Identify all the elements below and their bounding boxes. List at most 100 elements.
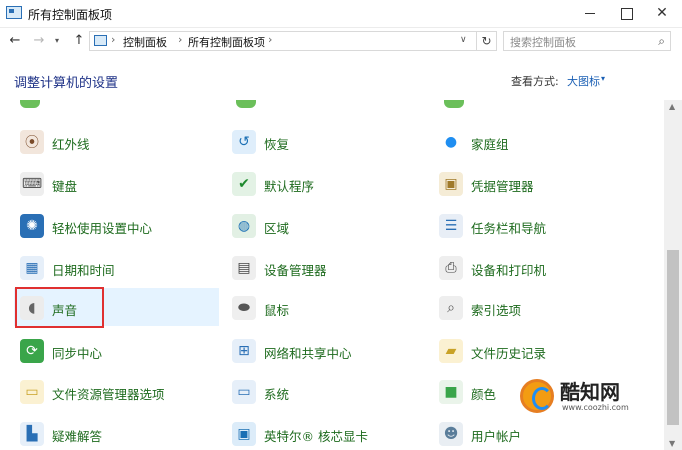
homegroup-icon: ● bbox=[439, 130, 463, 154]
control-panel-item-label[interactable]: 设备管理器 bbox=[264, 260, 327, 279]
date-time-icon: ▦ bbox=[20, 256, 44, 280]
device-manager-icon: ▤ bbox=[232, 256, 256, 280]
taskbar-icon: ☰ bbox=[439, 214, 463, 238]
forward-button[interactable]: → bbox=[30, 32, 48, 50]
breadcrumb-separator: › bbox=[178, 33, 183, 46]
control-panel-item-label[interactable]: 同步中心 bbox=[52, 343, 102, 362]
control-panel-item-troubleshooting[interactable]: ▙ 疑难解答 bbox=[14, 414, 214, 450]
control-panel-item-credential-manager[interactable]: ▣ 凭据管理器 bbox=[433, 164, 633, 202]
keyboard-icon: ⌨ bbox=[20, 172, 44, 196]
control-panel-item-label[interactable]: 文件历史记录 bbox=[471, 343, 546, 362]
partial-item-icon bbox=[236, 100, 256, 108]
control-panel-item-label[interactable]: 系统 bbox=[264, 384, 289, 403]
control-panel-item-label[interactable]: 默认程序 bbox=[264, 176, 314, 195]
watermark-url: www.coozhi.com bbox=[562, 403, 629, 412]
control-panel-item-device-manager[interactable]: ▤ 设备管理器 bbox=[226, 248, 426, 286]
control-panel-item-label[interactable]: 红外线 bbox=[52, 134, 90, 153]
control-panel-item-date-time[interactable]: ▦ 日期和时间 bbox=[14, 248, 214, 286]
control-panel-item-devices-printers[interactable]: ⎙ 设备和打印机 bbox=[433, 248, 633, 286]
infrared-icon: ⦿ bbox=[20, 130, 44, 154]
control-panel-item-label[interactable]: 英特尔® 核芯显卡 bbox=[264, 426, 368, 445]
troubleshooting-icon: ▙ bbox=[20, 422, 44, 446]
control-panel-item-sync-center[interactable]: ⟳ 同步中心 bbox=[14, 331, 214, 369]
file-history-icon: ▰ bbox=[439, 339, 463, 363]
control-panel-item-label[interactable]: 凭据管理器 bbox=[471, 176, 534, 195]
navigation-bar: ← → ▾ ↑ › 控制面板 › 所有控制面板项 › ∨ ↻ 搜索控制面板 ⌕ bbox=[0, 28, 682, 54]
folder-options-icon: ▭ bbox=[20, 380, 44, 404]
control-panel-item-mouse[interactable]: ⬬ 鼠标 bbox=[226, 288, 426, 326]
devices-printers-icon: ⎙ bbox=[439, 256, 463, 280]
control-panel-item-label[interactable]: 轻松使用设置中心 bbox=[52, 218, 152, 237]
credential-manager-icon: ▣ bbox=[439, 172, 463, 196]
breadcrumb-separator: › bbox=[268, 33, 273, 46]
recent-locations-button[interactable]: ▾ bbox=[52, 32, 62, 50]
address-bar[interactable]: › 控制面板 › 所有控制面板项 › ∨ bbox=[89, 31, 477, 51]
control-panel-item-intel-graphics[interactable]: ▣ 英特尔® 核芯显卡 bbox=[226, 414, 426, 450]
control-panel-item-system[interactable]: ▭ 系统 bbox=[226, 372, 426, 410]
breadcrumb-control-panel[interactable]: 控制面板 bbox=[123, 34, 167, 50]
region-icon: ◍ bbox=[232, 214, 256, 238]
search-input[interactable]: 搜索控制面板 bbox=[510, 34, 576, 50]
highlight-annotation bbox=[15, 287, 104, 328]
vertical-scrollbar[interactable]: ▲ ▼ bbox=[664, 100, 682, 450]
maximize-button[interactable] bbox=[608, 0, 644, 28]
control-panel-item-label[interactable]: 疑难解答 bbox=[52, 426, 102, 445]
chevron-down-icon[interactable]: ▾ bbox=[601, 74, 605, 83]
control-panel-item-ease-of-access[interactable]: ✺ 轻松使用设置中心 bbox=[14, 206, 214, 244]
up-button[interactable]: ↑ bbox=[70, 32, 88, 50]
close-button[interactable]: ✕ bbox=[644, 0, 680, 28]
intel-graphics-icon: ▣ bbox=[232, 422, 256, 446]
control-panel-item-keyboard[interactable]: ⌨ 键盘 bbox=[14, 164, 214, 202]
control-panel-item-label[interactable]: 网络和共享中心 bbox=[264, 343, 352, 362]
control-panel-item-region[interactable]: ◍ 区域 bbox=[226, 206, 426, 244]
sync-center-icon: ⟳ bbox=[20, 339, 44, 363]
search-icon[interactable]: ⌕ bbox=[658, 34, 665, 49]
search-box[interactable]: 搜索控制面板 ⌕ bbox=[503, 31, 671, 51]
watermark-logo bbox=[520, 379, 554, 413]
control-panel-item-label[interactable]: 家庭组 bbox=[471, 134, 509, 153]
control-panel-item-homegroup[interactable]: ● 家庭组 bbox=[433, 122, 633, 160]
control-panel-item-file-history[interactable]: ▰ 文件历史记录 bbox=[433, 331, 633, 369]
control-panel-item-recovery[interactable]: ↺ 恢复 bbox=[226, 122, 426, 160]
scroll-up-icon[interactable]: ▲ bbox=[669, 102, 675, 111]
control-panel-icon bbox=[6, 6, 22, 19]
watermark-name: 酷知网 bbox=[560, 380, 620, 404]
control-panel-item-label[interactable]: 日期和时间 bbox=[52, 260, 115, 279]
control-panel-item-label[interactable]: 鼠标 bbox=[264, 300, 289, 319]
control-panel-item-label[interactable]: 文件资源管理器选项 bbox=[52, 384, 165, 403]
scroll-down-icon[interactable]: ▼ bbox=[669, 439, 675, 448]
control-panel-item-taskbar[interactable]: ☰ 任务栏和导航 bbox=[433, 206, 633, 244]
partial-item-icon bbox=[444, 100, 464, 108]
minimize-button[interactable] bbox=[572, 0, 608, 28]
view-by-dropdown[interactable]: 大图标 bbox=[567, 73, 600, 89]
control-panel-item-label[interactable]: 设备和打印机 bbox=[471, 260, 546, 279]
control-panel-item-network-sharing[interactable]: ⊞ 网络和共享中心 bbox=[226, 331, 426, 369]
control-panel-item-label[interactable]: 任务栏和导航 bbox=[471, 218, 546, 237]
ease-of-access-icon: ✺ bbox=[20, 214, 44, 238]
control-panel-item-file-explorer-options[interactable]: ▭ 文件资源管理器选项 bbox=[14, 372, 214, 410]
control-panel-item-label[interactable]: 用户帐户 bbox=[471, 426, 521, 445]
control-panel-item-label[interactable]: 恢复 bbox=[264, 134, 289, 153]
breadcrumb-all-items[interactable]: 所有控制面板项 bbox=[188, 34, 265, 50]
control-panel-item-user-accounts[interactable]: ☻ 用户帐户 bbox=[433, 414, 633, 450]
scrollbar-thumb[interactable] bbox=[667, 250, 679, 425]
control-panel-item-label[interactable]: 区域 bbox=[264, 218, 289, 237]
view-by-label: 查看方式: bbox=[511, 75, 559, 88]
user-accounts-icon: ☻ bbox=[439, 422, 463, 446]
refresh-button[interactable]: ↻ bbox=[477, 31, 497, 51]
breadcrumb-separator: › bbox=[111, 33, 116, 46]
recovery-icon: ↺ bbox=[232, 130, 256, 154]
partial-item-icon bbox=[20, 100, 40, 108]
control-panel-item-indexing[interactable]: ⌕ 索引选项 bbox=[433, 288, 633, 326]
control-panel-item-default-programs[interactable]: ✔ 默认程序 bbox=[226, 164, 426, 202]
indexing-icon: ⌕ bbox=[439, 296, 463, 320]
control-panel-item-label[interactable]: 颜色 bbox=[471, 384, 496, 403]
control-panel-item-label[interactable]: 索引选项 bbox=[471, 300, 521, 319]
control-panel-item-label[interactable]: 键盘 bbox=[52, 176, 77, 195]
control-panel-item-infrared[interactable]: ⦿ 红外线 bbox=[14, 122, 214, 160]
back-button[interactable]: ← bbox=[6, 32, 24, 50]
address-dropdown-button[interactable]: ∨ bbox=[460, 35, 467, 45]
title-bar: 所有控制面板项 ✕ bbox=[0, 0, 682, 28]
mouse-icon: ⬬ bbox=[232, 296, 256, 320]
page-title: 调整计算机的设置 bbox=[14, 76, 119, 91]
